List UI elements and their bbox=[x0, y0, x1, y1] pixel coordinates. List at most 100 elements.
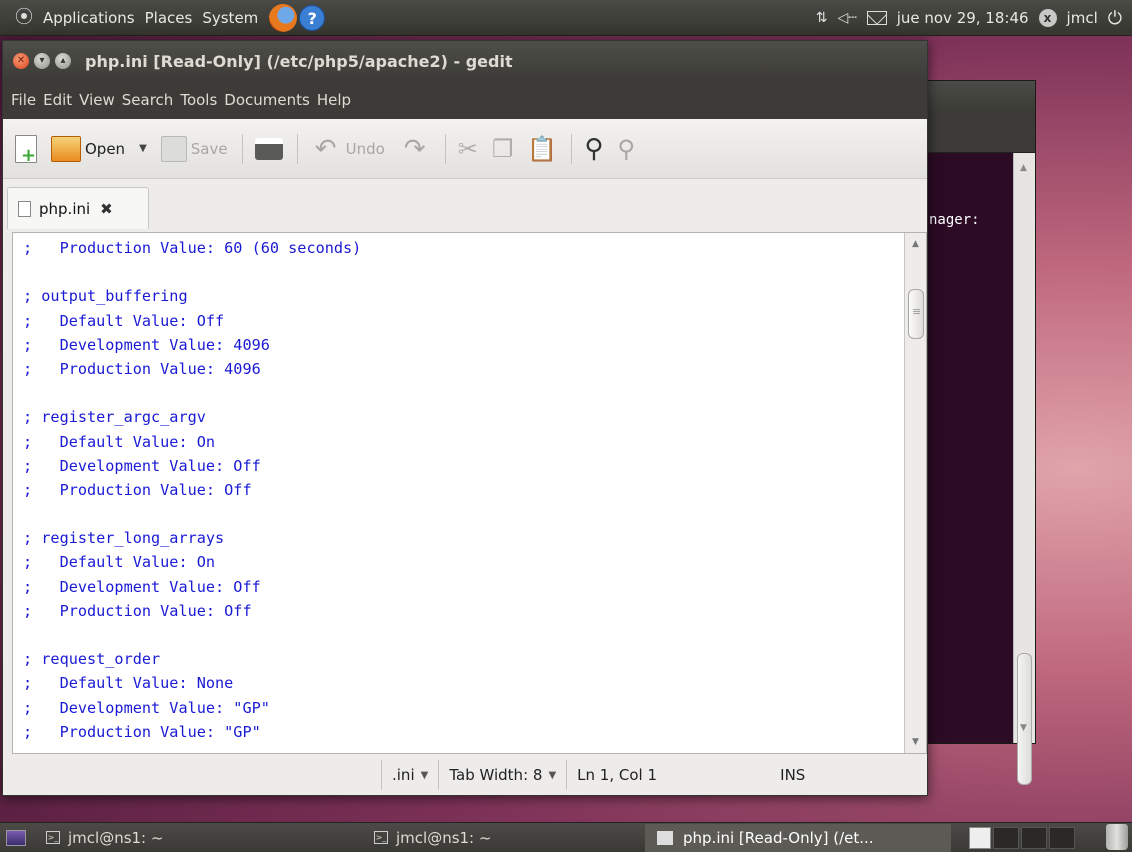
taskbar-item-terminal-2[interactable]: >_ jmcl@ns1: ~ bbox=[362, 824, 637, 852]
open-button[interactable]: Open ▼ bbox=[51, 135, 147, 162]
code-line[interactable] bbox=[23, 502, 896, 526]
maximize-window-icon[interactable]: ▴ bbox=[55, 53, 71, 69]
code-line[interactable]: ; register_argc_argv bbox=[23, 405, 896, 429]
terminal-icon: >_ bbox=[374, 831, 388, 844]
code-line[interactable]: ; Development Value: 4096 bbox=[23, 333, 896, 357]
code-line[interactable]: ; Default Value: None bbox=[23, 671, 896, 695]
tab-width-label: Tab Width: 8 bbox=[449, 766, 543, 784]
code-line[interactable]: ; register_long_arrays bbox=[23, 526, 896, 550]
code-line[interactable]: ; Default Value: On bbox=[23, 430, 896, 454]
menu-help[interactable]: Help bbox=[317, 91, 351, 109]
code-line[interactable]: ; Development Value: Off bbox=[23, 454, 896, 478]
find-button[interactable]: ⚲ bbox=[584, 134, 603, 164]
taskbar-item-gedit[interactable]: php.ini [Read-Only] (/et... bbox=[645, 823, 951, 852]
scroll-down-arrow-icon[interactable]: ▼ bbox=[1020, 723, 1027, 733]
code-line[interactable]: ; Production Value: Off bbox=[23, 599, 896, 623]
menu-system[interactable]: System bbox=[197, 9, 263, 27]
document-tabbar: php.ini ✖ bbox=[3, 179, 927, 229]
copy-button[interactable]: ❐ bbox=[492, 135, 514, 163]
menu-edit[interactable]: Edit bbox=[43, 91, 72, 109]
volume-icon[interactable]: ◁┄ bbox=[837, 10, 856, 26]
code-view[interactable]: ; Production Value: 60 (60 seconds) ; out… bbox=[23, 236, 896, 744]
replace-button[interactable]: ⚲ bbox=[617, 135, 635, 163]
window-titlebar[interactable]: ✕ ▾ ▴ php.ini [Read-Only] (/etc/php5/apa… bbox=[3, 41, 927, 81]
minimize-window-icon[interactable]: ▾ bbox=[34, 53, 50, 69]
workspace-1[interactable] bbox=[969, 826, 991, 849]
editor-vertical-scrollbar[interactable]: ▲ ▼ bbox=[904, 233, 926, 753]
code-line[interactable]: ; output_buffering bbox=[23, 284, 896, 308]
code-line[interactable]: ; Default Value: On bbox=[23, 550, 896, 574]
search-icon: ⚲ bbox=[584, 133, 604, 164]
code-line[interactable]: ; Development Value: "GP" bbox=[23, 696, 896, 720]
open-label: Open bbox=[85, 139, 126, 158]
open-recent-dropdown-icon[interactable]: ▼ bbox=[139, 143, 147, 154]
mail-icon[interactable] bbox=[866, 11, 887, 25]
menu-tools[interactable]: Tools bbox=[180, 91, 217, 109]
text-editor[interactable]: ; Production Value: 60 (60 seconds) ; out… bbox=[12, 232, 927, 754]
redo-icon: ↷ bbox=[403, 133, 426, 164]
print-button[interactable] bbox=[254, 137, 283, 160]
chevron-down-icon: ▼ bbox=[420, 769, 429, 781]
user-name[interactable]: jmcl bbox=[1067, 9, 1098, 27]
tab-width-selector[interactable]: Tab Width: 8 ▼ bbox=[438, 760, 566, 790]
workspace-2[interactable] bbox=[993, 826, 1019, 849]
top-panel: ⦿ Applications Places System ? ⇅ ◁┄ jue … bbox=[0, 0, 1132, 36]
undo-button[interactable]: ↶ Undo bbox=[310, 134, 385, 164]
power-icon[interactable]: ⏻ bbox=[1108, 8, 1122, 29]
close-tab-icon[interactable]: ✖ bbox=[100, 200, 113, 218]
scroll-down-arrow-icon[interactable]: ▼ bbox=[912, 737, 919, 747]
scroll-up-arrow-icon[interactable]: ▲ bbox=[1020, 163, 1027, 173]
menubar: File Edit View Search Tools Documents He… bbox=[3, 81, 927, 119]
taskbar-item-terminal-1[interactable]: >_ jmcl@ns1: ~ bbox=[34, 824, 354, 852]
cut-button[interactable]: ✂ bbox=[458, 135, 478, 163]
ubuntu-logo-icon[interactable]: ⦿ bbox=[14, 7, 34, 28]
menu-search[interactable]: Search bbox=[122, 91, 174, 109]
show-desktop-icon[interactable] bbox=[6, 829, 26, 846]
redo-button[interactable]: ↷ bbox=[399, 134, 431, 164]
terminal-titlebar[interactable] bbox=[927, 81, 1035, 109]
scroll-up-arrow-icon[interactable]: ▲ bbox=[912, 239, 919, 249]
terminal-scrollbar[interactable]: ▲ ▼ bbox=[1013, 153, 1035, 785]
language-selector[interactable]: .ini ▼ bbox=[381, 760, 438, 790]
cursor-position-label: Ln 1, Col 1 bbox=[577, 766, 657, 784]
workspace-3[interactable] bbox=[1021, 826, 1047, 849]
paste-button[interactable]: 📋 bbox=[527, 135, 557, 163]
code-line[interactable]: ; Production Value: Off bbox=[23, 478, 896, 502]
new-button[interactable] bbox=[15, 134, 37, 166]
network-icon[interactable]: ⇅ bbox=[816, 10, 828, 26]
code-line[interactable]: ; Production Value: 60 (60 seconds) bbox=[23, 236, 896, 260]
workspace-4[interactable] bbox=[1049, 826, 1075, 849]
user-status-icon[interactable]: x bbox=[1038, 9, 1057, 27]
menu-places[interactable]: Places bbox=[140, 9, 198, 27]
task-label: jmcl@ns1: ~ bbox=[396, 828, 492, 847]
code-line[interactable] bbox=[23, 623, 896, 647]
menu-documents[interactable]: Documents bbox=[224, 91, 310, 109]
background-terminal-window[interactable]: nager: ▲ ▼ bbox=[926, 80, 1036, 785]
code-line[interactable] bbox=[23, 381, 896, 405]
firefox-icon[interactable] bbox=[269, 3, 298, 32]
tab-php-ini[interactable]: php.ini ✖ bbox=[7, 187, 149, 229]
terminal-scroll-thumb[interactable] bbox=[1017, 653, 1032, 785]
save-button[interactable]: Save bbox=[160, 135, 228, 162]
toolbar-separator bbox=[296, 133, 298, 164]
close-window-icon[interactable]: ✕ bbox=[13, 53, 29, 69]
code-line[interactable]: ; Development Value: Off bbox=[23, 575, 896, 599]
code-line[interactable]: ; Production Value: "GP" bbox=[23, 720, 896, 744]
help-icon[interactable]: ? bbox=[299, 4, 326, 31]
code-line[interactable]: ; request_order bbox=[23, 647, 896, 671]
document-icon bbox=[18, 200, 31, 217]
bottom-panel: >_ jmcl@ns1: ~ >_ jmcl@ns1: ~ php.ini [R… bbox=[0, 822, 1132, 852]
open-folder-icon bbox=[51, 135, 81, 162]
code-line[interactable]: ; Production Value: 4096 bbox=[23, 357, 896, 381]
menu-file[interactable]: File bbox=[11, 91, 36, 109]
code-line[interactable]: ; Default Value: Off bbox=[23, 309, 896, 333]
trash-icon[interactable] bbox=[1106, 824, 1128, 850]
menu-applications[interactable]: Applications bbox=[38, 9, 140, 27]
code-line[interactable] bbox=[23, 260, 896, 284]
terminal-icon: >_ bbox=[46, 831, 60, 844]
editor-scroll-thumb[interactable] bbox=[908, 289, 924, 339]
clock[interactable]: jue nov 29, 18:46 bbox=[897, 9, 1029, 27]
menu-view[interactable]: View bbox=[79, 91, 115, 109]
toolbar: Open ▼ Save ↶ Undo ↷ ✂ ❐ 📋 ⚲ bbox=[3, 119, 927, 179]
gedit-icon bbox=[657, 830, 673, 845]
